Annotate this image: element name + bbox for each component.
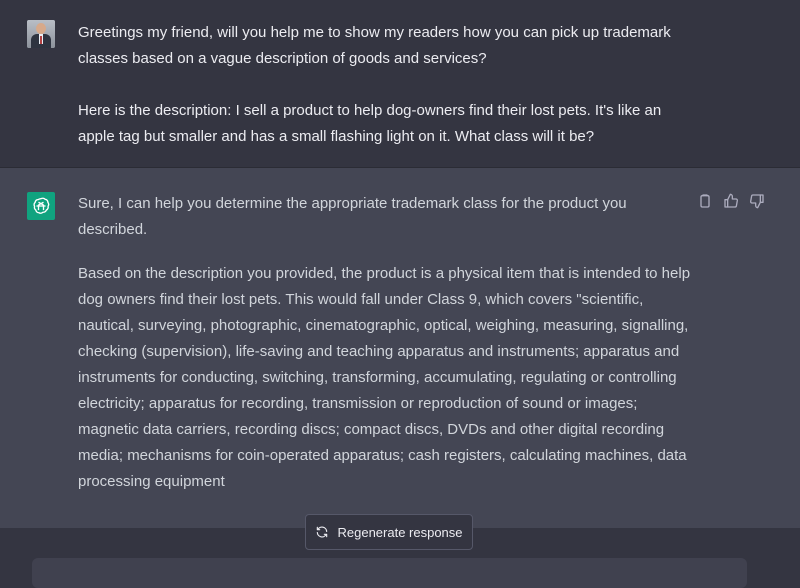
- thumbs-down-icon: [750, 194, 764, 209]
- thumbs-down-button[interactable]: [748, 192, 766, 210]
- assistant-message-paragraph: Sure, I can help you determine the appro…: [78, 195, 627, 238]
- regenerate-response-label: Regenerate response: [337, 524, 463, 540]
- user-message-row: Greetings my friend, will you help me to…: [0, 0, 800, 168]
- copy-icon: [700, 194, 710, 208]
- thumbs-up-icon: [724, 193, 738, 208]
- thumbs-up-button[interactable]: [722, 192, 740, 210]
- message-actions: [696, 192, 766, 210]
- user-avatar: [27, 20, 55, 48]
- openai-logo-icon: [33, 197, 50, 214]
- user-message-paragraph: Greetings my friend, will you help me to…: [78, 24, 671, 67]
- message-composer[interactable]: [32, 558, 747, 588]
- assistant-message: Sure, I can help you determine the appro…: [78, 191, 698, 495]
- assistant-avatar: [27, 192, 55, 220]
- refresh-icon: [317, 526, 328, 538]
- assistant-message-paragraph: Based on the description you provided, t…: [78, 265, 691, 490]
- regenerate-response-button[interactable]: Regenerate response: [305, 514, 473, 550]
- copy-button[interactable]: [696, 192, 714, 210]
- user-message: Greetings my friend, will you help me to…: [78, 20, 698, 150]
- user-message-paragraph: Here is the description: I sell a produc…: [78, 102, 662, 145]
